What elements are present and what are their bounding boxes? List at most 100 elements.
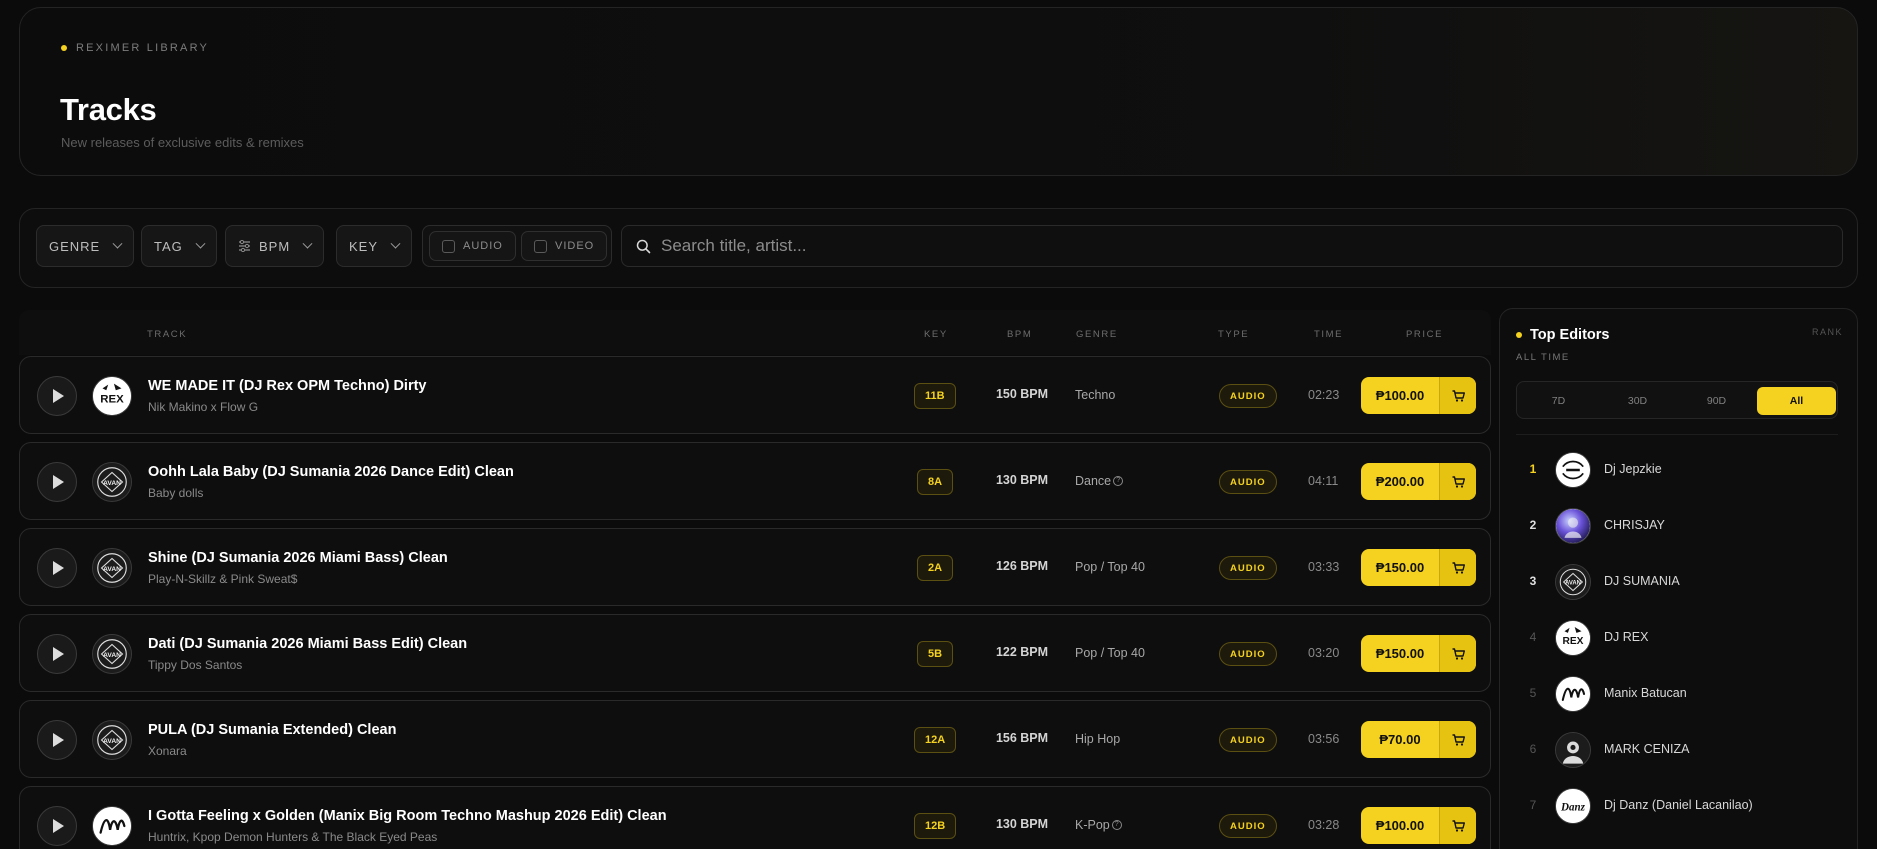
editor-name[interactable]: DJ REX xyxy=(1604,630,1648,644)
type-badge: AUDIO xyxy=(1219,556,1277,580)
track-artist: Tippy Dos Santos xyxy=(148,658,243,672)
buy-button[interactable]: ₱150.00 xyxy=(1361,549,1476,586)
track-title[interactable]: Oohh Lala Baby (DJ Sumania 2026 Dance Ed… xyxy=(148,464,514,480)
bpm-value: 150 BPM xyxy=(995,387,1049,401)
genre-filter-dropdown[interactable]: GENRE xyxy=(36,225,135,267)
info-icon[interactable]: ? xyxy=(1113,476,1124,486)
track-artist: Xonara xyxy=(148,744,187,758)
chevron-down-icon xyxy=(195,238,206,249)
editor-rank: 4 xyxy=(1529,630,1537,644)
key-badge: 5B xyxy=(917,641,954,667)
track-row[interactable]: AVAN Shine (DJ Sumania 2026 Miami Bass) … xyxy=(19,528,1491,606)
track-title[interactable]: PULA (DJ Sumania Extended) Clean xyxy=(148,722,396,738)
genre-value: K-Pop? xyxy=(1075,818,1122,832)
track-row[interactable]: REX WE MADE IT (DJ Rex OPM Techno) Dirty… xyxy=(19,356,1491,434)
bpm-value: 126 BPM xyxy=(995,559,1049,573)
track-row[interactable]: AVAN Dati (DJ Sumania 2026 Miami Bass Ed… xyxy=(19,614,1491,692)
play-button[interactable] xyxy=(37,720,77,760)
buy-button[interactable]: ₱150.00 xyxy=(1361,635,1476,672)
price-label: ₱200.00 xyxy=(1375,474,1425,489)
track-title[interactable]: Dati (DJ Sumania 2026 Miami Bass Edit) C… xyxy=(148,636,467,652)
range-option-all[interactable]: All xyxy=(1757,387,1836,415)
track-row[interactable]: I Gotta Feeling x Golden (Manix Big Room… xyxy=(19,786,1491,849)
price-label: ₱150.00 xyxy=(1375,646,1425,661)
add-to-cart-button[interactable] xyxy=(1439,463,1476,500)
video-checkbox[interactable] xyxy=(534,239,547,253)
svg-text:AVAN: AVAN xyxy=(103,480,121,487)
range-selector: 7D 30D 90D All xyxy=(1516,381,1838,419)
duration: 04:11 xyxy=(1308,474,1339,488)
search-box[interactable] xyxy=(621,225,1843,267)
genre-label: K-Pop xyxy=(1075,818,1110,832)
genre-value: Techno xyxy=(1075,388,1115,402)
svg-text:REX: REX xyxy=(1563,636,1584,647)
play-button[interactable] xyxy=(37,548,77,588)
type-badge: AUDIO xyxy=(1219,470,1277,494)
track-artwork: AVAN xyxy=(92,720,132,760)
track-title[interactable]: I Gotta Feeling x Golden (Manix Big Room… xyxy=(148,808,667,824)
range-option-90d[interactable]: 90D xyxy=(1677,387,1756,415)
buy-button[interactable]: ₱70.00 xyxy=(1361,721,1476,758)
page-subtitle: New releases of exclusive edits & remixe… xyxy=(61,135,304,150)
editor-list-item[interactable]: 4 REX DJ REX xyxy=(1516,618,1838,658)
price-label: ₱100.00 xyxy=(1375,388,1425,403)
cart-icon xyxy=(1452,647,1465,660)
add-to-cart-button[interactable] xyxy=(1439,635,1476,672)
play-icon xyxy=(53,475,64,489)
bpm-value: 122 BPM xyxy=(995,645,1049,659)
editor-list-item[interactable]: 7 Danz Dj Danz (Daniel Lacanilao) xyxy=(1516,786,1838,826)
duration: 03:28 xyxy=(1308,818,1340,832)
add-to-cart-button[interactable] xyxy=(1439,721,1476,758)
add-to-cart-button[interactable] xyxy=(1439,807,1476,844)
editor-name[interactable]: Dj Danz (Daniel Lacanilao) xyxy=(1604,798,1753,812)
track-artwork: AVAN xyxy=(92,548,132,588)
editor-list-item[interactable]: 6 MARK CENIZA xyxy=(1516,730,1838,770)
play-icon xyxy=(53,819,64,833)
editor-avatar xyxy=(1555,452,1591,488)
editor-list-item[interactable]: 5 Manix Batucan xyxy=(1516,674,1838,714)
tag-filter-label: TAG xyxy=(154,238,183,254)
audio-toggle[interactable]: AUDIO xyxy=(429,231,516,261)
bpm-value: 130 BPM xyxy=(995,473,1049,487)
add-to-cart-button[interactable] xyxy=(1439,377,1476,414)
buy-button[interactable]: ₱200.00 xyxy=(1361,463,1476,500)
add-to-cart-button[interactable] xyxy=(1439,549,1476,586)
bpm-filter-dropdown[interactable]: BPM xyxy=(225,225,325,267)
editor-name[interactable]: Manix Batucan xyxy=(1604,686,1687,700)
filter-bar: GENRE TAG BPM KEY AUDIO VIDEO xyxy=(19,208,1858,288)
play-button[interactable] xyxy=(37,806,77,846)
play-button[interactable] xyxy=(37,376,77,416)
audio-checkbox[interactable] xyxy=(442,239,455,253)
svg-text:REX: REX xyxy=(100,394,124,406)
column-header-track: TRACK xyxy=(147,329,188,340)
video-toggle[interactable]: VIDEO xyxy=(521,231,608,261)
buy-button[interactable]: ₱100.00 xyxy=(1361,807,1476,844)
play-button[interactable] xyxy=(37,462,77,502)
track-row[interactable]: AVAN Oohh Lala Baby (DJ Sumania 2026 Dan… xyxy=(19,442,1491,520)
column-header-genre: GENRE xyxy=(1076,329,1118,340)
track-title[interactable]: Shine (DJ Sumania 2026 Miami Bass) Clean xyxy=(148,550,448,566)
editor-name[interactable]: MARK CENIZA xyxy=(1604,742,1689,756)
search-input[interactable] xyxy=(661,236,1811,256)
key-filter-dropdown[interactable]: KEY xyxy=(336,225,413,267)
info-icon[interactable]: ? xyxy=(1111,820,1122,830)
buy-button[interactable]: ₱100.00 xyxy=(1361,377,1476,414)
track-row[interactable]: AVAN PULA (DJ Sumania Extended) Clean Xo… xyxy=(19,700,1491,778)
editor-name[interactable]: CHRISJAY xyxy=(1604,518,1665,532)
editor-list-item[interactable]: 1 Dj Jepzkie xyxy=(1516,450,1838,490)
editor-list-item[interactable]: 3 AVAN DJ SUMANIA xyxy=(1516,562,1838,602)
editor-name[interactable]: DJ SUMANIA xyxy=(1604,574,1680,588)
genre-label: Dance xyxy=(1075,474,1112,488)
tag-filter-dropdown[interactable]: TAG xyxy=(141,225,217,267)
key-badge: 2A xyxy=(917,555,954,581)
range-option-7d[interactable]: 7D xyxy=(1519,387,1598,415)
cart-icon xyxy=(1452,561,1465,574)
key-badge: 8A xyxy=(917,469,954,495)
play-button[interactable] xyxy=(37,634,77,674)
editor-name[interactable]: Dj Jepzkie xyxy=(1604,462,1662,476)
range-option-30d[interactable]: 30D xyxy=(1598,387,1677,415)
editor-list-item[interactable]: 2 CHRISJAY xyxy=(1516,506,1838,546)
editor-rank: 6 xyxy=(1529,742,1537,756)
track-title[interactable]: WE MADE IT (DJ Rex OPM Techno) Dirty xyxy=(148,378,426,394)
chevron-down-icon xyxy=(390,238,401,249)
